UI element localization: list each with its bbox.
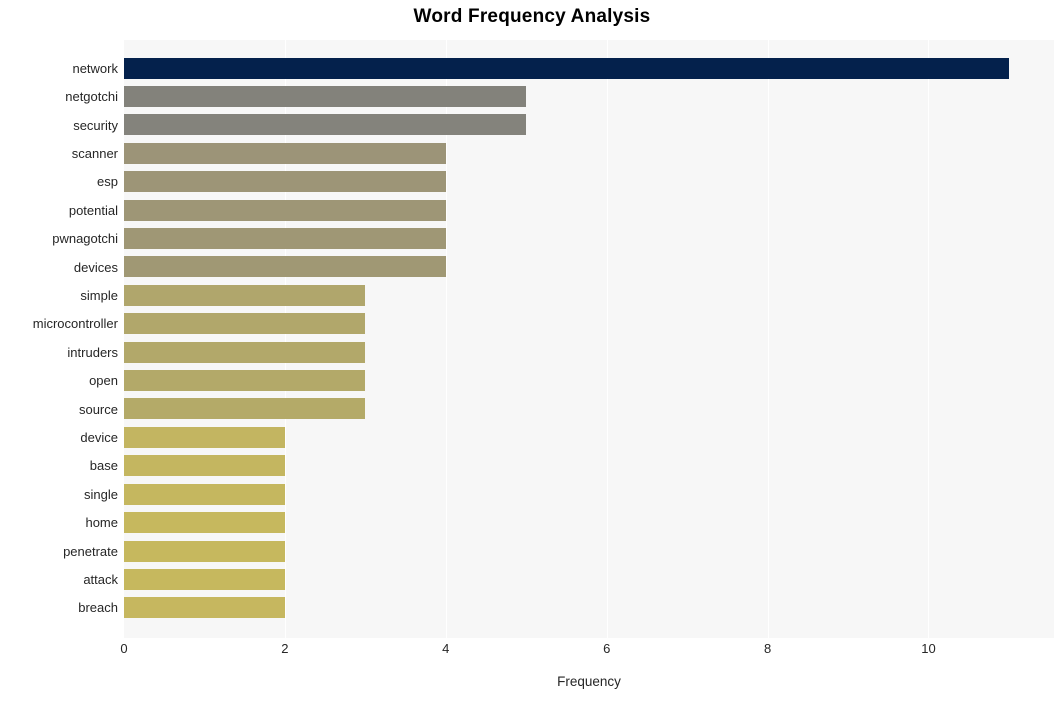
bar-netgotchi [124,86,527,107]
bar-row [124,281,1054,309]
y-axis-label-potential: potential [68,202,118,218]
bar-base [124,455,285,477]
bars-layer [124,40,1054,638]
bar-row [124,54,1054,82]
y-axis-label-network: network [72,60,118,76]
x-axis-tick-labels: 0 2 4 6 8 10 [120,641,1054,667]
y-axis-label-row: penetrate [0,537,118,565]
bar-row [124,395,1054,423]
y-axis-label-attack: attack [83,572,118,588]
y-axis-label-microcontroller: microcontroller [32,316,118,332]
bar-row [124,338,1054,366]
y-axis-label-row: pwnagotchi [0,224,118,252]
y-axis-label-pwnagotchi: pwnagotchi [52,231,118,247]
bar-microcontroller [124,313,366,335]
y-axis-label-row: attack [0,565,118,593]
bar-single [124,483,285,505]
y-axis-label-home: home [85,515,118,531]
bar-row [124,509,1054,537]
y-axis-label-row: source [0,395,118,423]
bar-home [124,512,285,534]
bar-potential [124,199,446,221]
y-axis-label-row: potential [0,196,118,224]
chart-title: Word Frequency Analysis [413,6,651,27]
y-axis-label-row: simple [0,281,118,309]
y-axis-label-breach: breach [78,600,118,616]
bar-pwnagotchi [124,228,446,250]
y-axis-label-row: scanner [0,139,118,167]
bar-breach [124,597,285,619]
x-tick-10: 10 [921,641,936,656]
y-axis-label-penetrate: penetrate [63,543,118,559]
y-axis-label-row: open [0,366,118,394]
bar-source [124,398,366,420]
x-tick-8: 8 [763,641,772,656]
word-frequency-bar-chart: Word Frequency Analysis network netgotchi… [0,0,1064,701]
y-axis-label-row: single [0,480,118,508]
y-axis-label-row: breach [0,594,118,622]
bar-row [124,480,1054,508]
y-axis-label-row: home [0,509,118,537]
y-axis-label-row: base [0,452,118,480]
y-axis-label-source: source [78,401,118,417]
bar-devices [124,256,446,278]
bar-row [124,594,1054,622]
bar-row [124,139,1054,167]
bar-row [124,565,1054,593]
bar-esp [124,171,446,193]
y-axis-label-row: intruders [0,338,118,366]
y-axis-label-simple: simple [80,287,118,303]
bar-row [124,196,1054,224]
bar-simple [124,284,366,306]
bar-row [124,423,1054,451]
y-axis-label-base: base [89,458,118,474]
y-axis-label-single: single [84,486,118,502]
bar-security [124,114,527,136]
bar-row [124,82,1054,110]
bar-row [124,366,1054,394]
x-tick-2: 2 [281,641,289,656]
y-axis-label-open: open [89,373,118,389]
y-axis-label-netgotchi: netgotchi [65,89,118,105]
y-axis-label-row: security [0,111,118,139]
bar-attack [124,568,285,590]
bar-row [124,224,1054,252]
x-tick-4: 4 [442,641,450,656]
y-axis-label-scanner: scanner [71,145,118,161]
bar-device [124,426,285,448]
y-axis-label-row: network [0,54,118,82]
y-axis-label-esp: esp [97,174,118,190]
bar-row [124,310,1054,338]
y-axis-label-row: esp [0,168,118,196]
bar-open [124,370,366,392]
y-axis-category-labels: network netgotchi security scanner esp potent… [0,40,118,638]
bar-network [124,57,1009,79]
y-axis-label-device: device [80,430,118,445]
y-axis-label-row: netgotchi [0,82,118,110]
y-axis-label-row: microcontroller [0,310,118,338]
bar-row [124,253,1054,281]
x-tick-6: 6 [603,641,611,656]
y-axis-label-intruders: intruders [67,344,118,360]
y-axis-label-row: device [0,423,118,451]
y-axis-label-devices: devices [73,259,118,275]
bar-penetrate [124,540,285,562]
bar-row [124,537,1054,565]
y-axis-label-security: security [73,117,118,133]
bar-row [124,168,1054,196]
bar-scanner [124,142,446,164]
bar-row [124,111,1054,139]
bar-row [124,452,1054,480]
x-axis-title: Frequency [557,674,621,689]
y-axis-label-row: devices [0,253,118,281]
x-tick-0: 0 [120,641,128,656]
bar-intruders [124,341,366,363]
